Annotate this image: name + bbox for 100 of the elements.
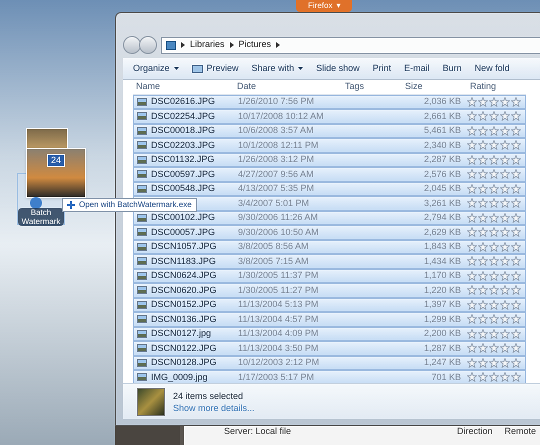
toolbar-button[interactable]: E-mail <box>404 62 430 76</box>
star-icon <box>500 328 510 339</box>
file-name: DSCN0620.JPG <box>151 284 217 296</box>
breadcrumb-item[interactable]: Libraries <box>190 38 225 52</box>
show-details-link[interactable]: Show more details... <box>173 402 255 414</box>
star-icon <box>478 169 488 180</box>
star-icon <box>467 227 477 238</box>
star-icon <box>478 140 488 150</box>
toolbar-button[interactable]: Preview <box>192 62 239 76</box>
toolbar-button[interactable]: Organize <box>133 62 179 76</box>
column-label: Direction <box>456 426 492 436</box>
file-row[interactable]: DSCN1183.JPG 3/8/2005 7:15 AM 1,434 KB <box>133 254 526 268</box>
file-row[interactable]: DSC00018.JPG 10/6/2008 3:57 AM 5,461 KB <box>133 124 526 138</box>
file-row[interactable]: IMG_0009.jpg 1/17/2003 5:17 PM 701 KB <box>133 370 526 383</box>
file-row[interactable]: DSC02616.JPG 1/26/2010 7:56 PM 2,036 KB <box>133 94 526 109</box>
plus-icon <box>67 201 75 209</box>
file-date: 1/30/2005 11:27 PM <box>238 284 320 296</box>
star-icon <box>500 169 510 180</box>
star-icon <box>500 126 510 136</box>
star-icon <box>489 111 499 122</box>
file-row[interactable]: DSCN0127.jpg 11/13/2004 4:09 PM 2,200 KB <box>133 326 526 341</box>
star-rating[interactable] <box>467 314 521 324</box>
column-header[interactable]: Date <box>237 80 345 94</box>
file-size: 1,220 KB <box>422 284 461 296</box>
file-row[interactable]: DSC00102.JPG 9/30/2006 11:26 AM 2,794 KB <box>133 210 526 225</box>
star-icon <box>478 358 488 368</box>
library-icon <box>166 40 176 50</box>
server-label: Server: Local file <box>224 426 292 436</box>
star-rating[interactable] <box>467 372 521 382</box>
file-row[interactable]: DSCN0620.JPG 1/30/2005 11:27 PM 1,220 KB <box>133 283 526 298</box>
file-row[interactable]: DSCN0624.JPG 1/30/2005 11:37 PM 1,170 KB <box>133 268 526 283</box>
star-icon <box>478 300 488 310</box>
address-bar[interactable]: Libraries Pictures <box>161 36 540 54</box>
back-button[interactable] <box>123 36 141 54</box>
forward-button[interactable] <box>139 36 157 54</box>
column-header[interactable]: Size <box>405 80 460 94</box>
toolbar-button[interactable]: Burn <box>442 62 462 76</box>
file-date: 10/6/2008 3:57 AM <box>238 124 315 137</box>
star-rating[interactable] <box>467 154 521 165</box>
star-rating[interactable] <box>467 227 521 238</box>
breadcrumb-item[interactable]: Pictures <box>238 38 272 52</box>
file-date: 11/13/2004 3:50 PM <box>238 342 320 354</box>
file-size: 2,036 KB <box>422 95 461 108</box>
star-rating[interactable] <box>467 256 521 266</box>
column-header[interactable]: Rating <box>460 80 520 94</box>
star-icon <box>478 227 488 238</box>
drag-tooltip: Open with BatchWatermark.exe <box>62 198 197 212</box>
taskbar-strip <box>115 425 180 445</box>
file-row[interactable]: DSCN1057.JPG 3/8/2005 8:56 AM 1,843 KB <box>133 240 526 254</box>
star-icon <box>511 343 521 354</box>
column-header[interactable]: Name <box>133 80 237 94</box>
star-icon <box>478 285 488 296</box>
file-row[interactable]: DSC00548.JPG 4/13/2007 5:35 PM 2,045 KB <box>133 182 526 196</box>
file-name: DSC00597.JPG <box>151 168 216 180</box>
file-row[interactable]: DSCN0128.JPG 10/12/2003 2:12 PM 1,247 KB <box>133 356 526 370</box>
file-size: 2,661 KB <box>422 110 461 122</box>
star-rating[interactable] <box>467 285 521 296</box>
file-row[interactable]: DSC01132.JPG 1/26/2008 3:12 PM 2,287 KB <box>133 152 526 167</box>
star-rating[interactable] <box>467 169 521 180</box>
toolbar-button[interactable]: New fold <box>474 62 510 76</box>
star-icon <box>511 154 521 165</box>
star-icon <box>467 140 477 150</box>
star-icon <box>478 372 488 382</box>
toolbar-button[interactable]: Slide show <box>316 62 360 76</box>
file-row[interactable]: DSC00597.JPG 4/27/2007 9:56 AM 2,576 KB <box>133 167 526 182</box>
star-rating[interactable] <box>467 96 521 107</box>
star-rating[interactable] <box>467 212 521 223</box>
selection-count: 24 items selected <box>173 390 244 402</box>
file-name: DSCN0122.JPG <box>151 342 217 354</box>
star-rating[interactable] <box>467 242 521 252</box>
star-rating[interactable] <box>467 184 521 194</box>
file-row[interactable]: DSCN0152.JPG 11/13/2004 5:13 PM 1,397 KB <box>133 298 526 312</box>
star-rating[interactable] <box>467 126 521 136</box>
star-icon <box>478 256 488 266</box>
file-row[interactable]: DSC02203.JPG 10/1/2008 12:11 PM 2,340 KB <box>133 138 526 152</box>
star-icon <box>478 126 488 136</box>
file-name: DSC01132.JPG <box>151 153 214 166</box>
star-rating[interactable] <box>467 328 521 339</box>
toolbar-button[interactable]: Print <box>372 62 392 76</box>
file-row[interactable]: DSC02254.JPG 10/17/2008 10:12 AM 2,661 KB <box>133 109 526 124</box>
file-row[interactable]: DSC00057.JPG 9/30/2006 10:50 AM 2,629 KB <box>133 225 526 240</box>
file-date: 3/8/2005 8:56 AM <box>238 240 310 253</box>
star-rating[interactable] <box>467 343 521 354</box>
column-header[interactable]: Tags <box>345 80 405 94</box>
star-icon <box>489 343 499 354</box>
desktop-icon-label[interactable]: Batch Watermark <box>18 208 64 226</box>
star-icon <box>467 198 477 208</box>
file-row[interactable]: DSCN0122.JPG 11/13/2004 3:50 PM 1,287 KB <box>133 341 526 356</box>
star-icon <box>489 198 499 208</box>
star-rating[interactable] <box>467 270 521 281</box>
star-rating[interactable] <box>467 358 521 368</box>
star-rating[interactable] <box>467 111 521 122</box>
file-row[interactable]: DSCN0136.JPG 11/13/2004 4:57 PM 1,299 KB <box>133 312 526 326</box>
star-rating[interactable] <box>467 300 521 310</box>
file-name: DSCN0127.jpg <box>151 327 212 340</box>
file-size: 1,299 KB <box>422 312 461 326</box>
star-rating[interactable] <box>467 140 521 150</box>
file-name: DSC00548.JPG <box>151 182 216 195</box>
star-rating[interactable] <box>467 198 521 208</box>
toolbar-button[interactable]: Share with <box>252 62 304 76</box>
